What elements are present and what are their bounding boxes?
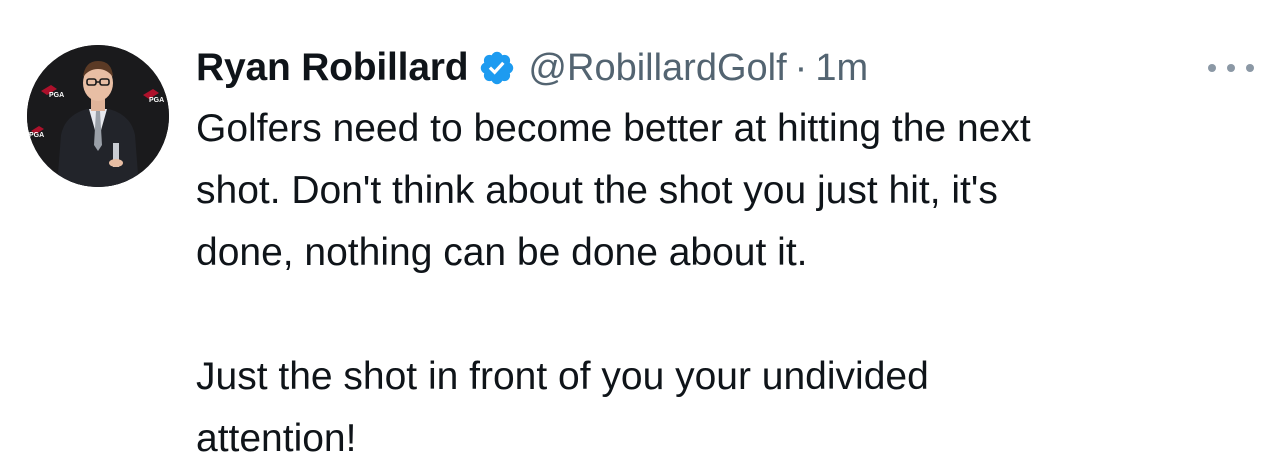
svg-text:PGA: PGA xyxy=(49,92,64,99)
verified-badge-icon[interactable] xyxy=(478,49,516,87)
more-dot xyxy=(1246,64,1254,72)
tweet-card[interactable]: PGA PGA PGA Ryan Robillard @RobillardGol… xyxy=(0,0,1284,471)
tweet-text: Golfers need to become better at hitting… xyxy=(196,98,1266,470)
tweet-line: done, nothing can be done about it. xyxy=(196,231,808,274)
tweet-line: attention! xyxy=(196,417,357,460)
more-options-icon[interactable] xyxy=(1208,56,1254,80)
separator-dot: · xyxy=(794,46,808,89)
tweet-line: shot. Don't think about the shot you jus… xyxy=(196,169,998,212)
more-dot xyxy=(1227,64,1235,72)
tweet-line: Golfers need to become better at hitting… xyxy=(196,107,1031,150)
author-handle[interactable]: @RobillardGolf xyxy=(528,47,786,90)
avatar[interactable]: PGA PGA PGA xyxy=(27,45,169,187)
author-name[interactable]: Ryan Robillard xyxy=(196,46,469,90)
tweet-header: Ryan Robillard @RobillardGolf · 1m xyxy=(196,40,868,96)
more-dot xyxy=(1208,64,1216,72)
tweet-line: Just the shot in front of you your undiv… xyxy=(196,355,929,398)
svg-text:PGA: PGA xyxy=(29,132,44,139)
avatar-photo: PGA PGA PGA xyxy=(27,45,169,187)
svg-text:PGA: PGA xyxy=(149,97,164,104)
timestamp[interactable]: 1m xyxy=(815,47,868,90)
